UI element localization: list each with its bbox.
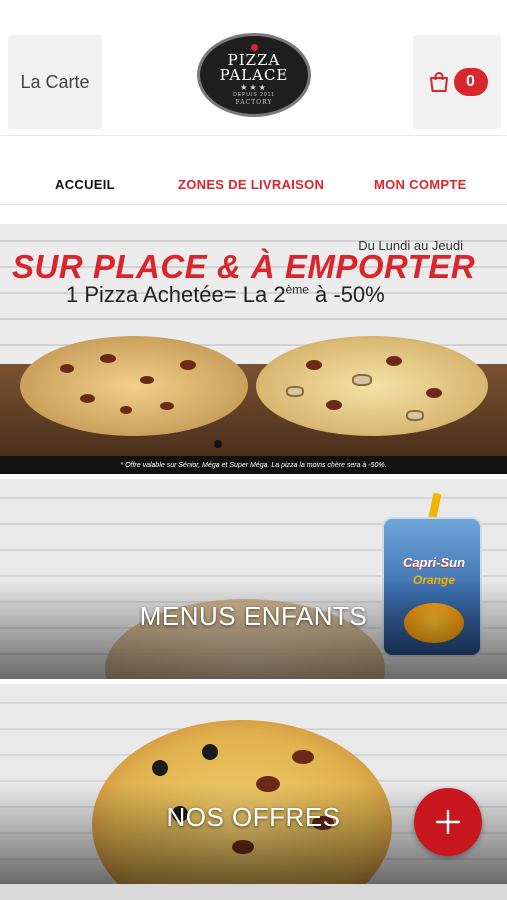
topping (100, 354, 116, 363)
topping (286, 386, 304, 397)
cart-count-badge: 0 (453, 68, 488, 96)
carousel-dot[interactable] (214, 440, 222, 448)
banner-headline: SUR PLACE & À EMPORTER (12, 248, 476, 285)
cart-button[interactable]: 0 (413, 35, 501, 129)
topping (140, 376, 154, 384)
category-menus-enfants[interactable]: Capri-Sun Orange MENUS ENFANTS (0, 479, 507, 679)
nav-accueil[interactable]: ACCUEIL (55, 177, 115, 192)
pizza-palace-logo[interactable]: PIZZA PALACE ★★★ DEPUIS 2011 FACTORY (197, 33, 311, 117)
topping (60, 364, 74, 373)
olive-topping (202, 744, 218, 760)
nav-zones-de-livraison[interactable]: ZONES DE LIVRAISON (178, 177, 324, 192)
next-card-edge (0, 884, 507, 900)
shopping-bag-icon (429, 72, 448, 92)
la-carte-label: La Carte (20, 71, 90, 92)
banner-disclaimer: * Offre valable sur Sénior, Méga et Supe… (120, 461, 387, 469)
pizza-image-1 (20, 336, 248, 436)
topping (180, 360, 196, 370)
promo-banner[interactable]: Du Lundi au Jeudi SUR PLACE & À EMPORTER… (0, 224, 507, 474)
main-nav: ACCUEIL ZONES DE LIVRAISON MON COMPTE (0, 165, 507, 205)
category-title: MENUS ENFANTS (139, 601, 368, 631)
topping (386, 356, 402, 366)
banner-disclaimer-bar: * Offre valable sur Sénior, Méga et Supe… (0, 456, 507, 474)
juice-brand: Capri-Sun (402, 555, 466, 570)
banner-offer-sup: ème (285, 282, 309, 297)
topping (352, 374, 372, 386)
app-screen: La Carte PIZZA PALACE ★★★ DEPUIS 2011 FA… (0, 0, 507, 900)
pizza-image-2 (256, 336, 488, 436)
topping (292, 750, 314, 764)
banner-offer-suffix: à -50% (308, 282, 385, 307)
topping (426, 388, 442, 398)
olive-topping (152, 760, 168, 776)
logo-line2: PALACE (219, 65, 289, 84)
topping (80, 394, 95, 403)
logo-dot (250, 43, 258, 51)
topping (306, 360, 322, 370)
la-carte-button[interactable]: La Carte (8, 35, 102, 129)
topping (326, 400, 342, 410)
banner-offer: 1 Pizza Achetée= La 2ème à -50% (66, 282, 385, 308)
add-fab-button[interactable] (414, 788, 482, 856)
logo-since: DEPUIS 2011 (233, 91, 275, 98)
logo-stars: ★★★ (240, 82, 268, 92)
nav-mon-compte[interactable]: MON COMPTE (374, 177, 467, 192)
topping (120, 406, 132, 414)
header: La Carte PIZZA PALACE ★★★ DEPUIS 2011 FA… (0, 0, 507, 136)
plus-icon (435, 809, 461, 835)
category-nos-offres[interactable]: NOS OFFRES (0, 684, 507, 884)
topping (406, 410, 424, 421)
carousel-indicator[interactable] (214, 440, 222, 448)
topping (160, 402, 174, 410)
banner-offer-prefix: 1 Pizza Achetée= La 2 (66, 282, 286, 307)
logo-factory: FACTORY (235, 98, 273, 106)
